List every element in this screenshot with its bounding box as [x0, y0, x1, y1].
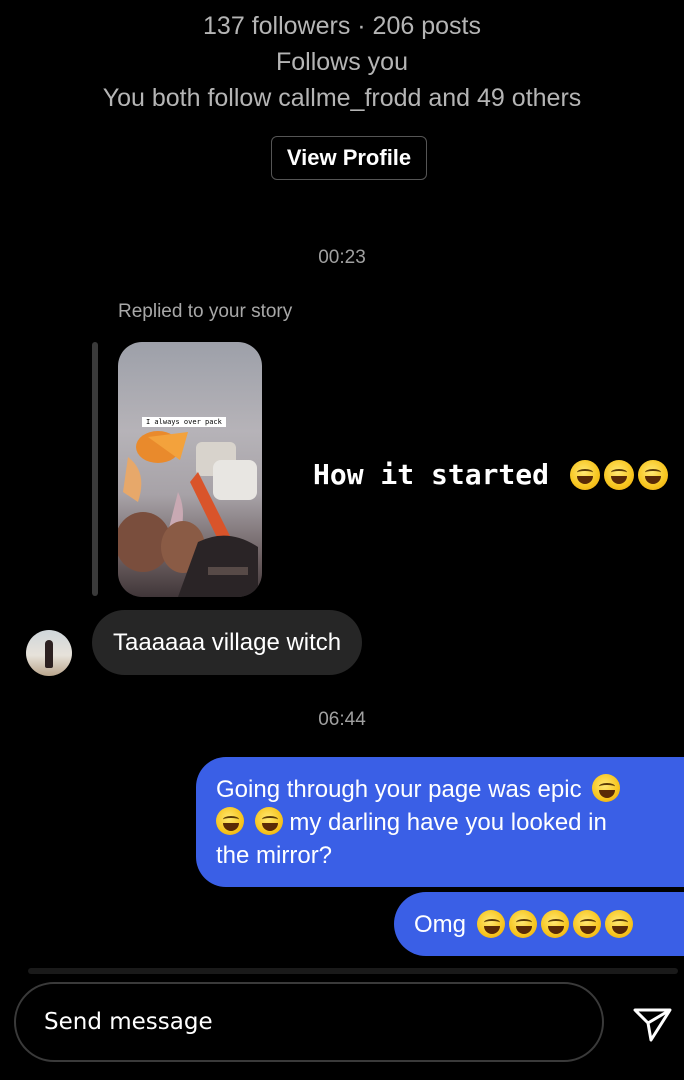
- story-overlay-text: How it started: [313, 458, 668, 491]
- sender-avatar[interactable]: [26, 630, 72, 676]
- message-timestamp: 00:23: [318, 247, 366, 268]
- message-text: Omg: [414, 910, 467, 938]
- laughing-emoji-icon: [603, 460, 634, 490]
- laughing-emoji-icon: [572, 910, 601, 938]
- message-text: my darling have you looked in: [289, 809, 607, 836]
- laughing-emoji-icon: [216, 807, 244, 835]
- message-timestamp: 06:44: [318, 709, 366, 730]
- laughing-emoji-icon: [604, 910, 633, 938]
- mutual-follows-label: You both follow callme_frodd and 49 othe…: [102, 84, 582, 112]
- laughing-emoji-icon: [254, 807, 283, 835]
- message-text: the mirror?: [216, 842, 333, 869]
- story-reply-label: Replied to your story: [118, 301, 293, 322]
- reply-quote-bar: [92, 342, 98, 596]
- laughing-emoji-icon: [540, 910, 569, 938]
- send-paper-plane-icon[interactable]: [630, 1001, 674, 1045]
- message-composer[interactable]: [14, 982, 604, 1062]
- send-message-input[interactable]: [42, 1008, 566, 1036]
- profile-stats: 137 followers · 206 posts: [203, 12, 481, 40]
- laughing-emoji-icon: [508, 910, 537, 938]
- follows-you-label: Follows you: [276, 48, 408, 76]
- laughing-emoji-icon: [476, 910, 505, 938]
- laughing-emoji-icon: [569, 460, 600, 490]
- avatar-figure: [45, 640, 53, 668]
- laughing-emoji-icon: [637, 460, 668, 490]
- view-profile-button[interactable]: View Profile: [271, 136, 427, 180]
- message-text: Going through your page was epic: [216, 776, 582, 803]
- story-thumbnail[interactable]: I always over pack: [118, 342, 262, 597]
- laughing-emoji-icon: [592, 774, 621, 802]
- outgoing-message-bubble[interactable]: Omg: [394, 892, 684, 956]
- story-caption: I always over pack: [142, 417, 226, 427]
- story-photo-shoes: [118, 431, 258, 597]
- outgoing-message-bubble[interactable]: Going through your page was epic my darl…: [196, 757, 684, 887]
- composer-divider: [28, 968, 678, 974]
- story-text-label: How it started: [313, 458, 550, 491]
- incoming-message-bubble[interactable]: Taaaaaa village witch: [92, 610, 363, 675]
